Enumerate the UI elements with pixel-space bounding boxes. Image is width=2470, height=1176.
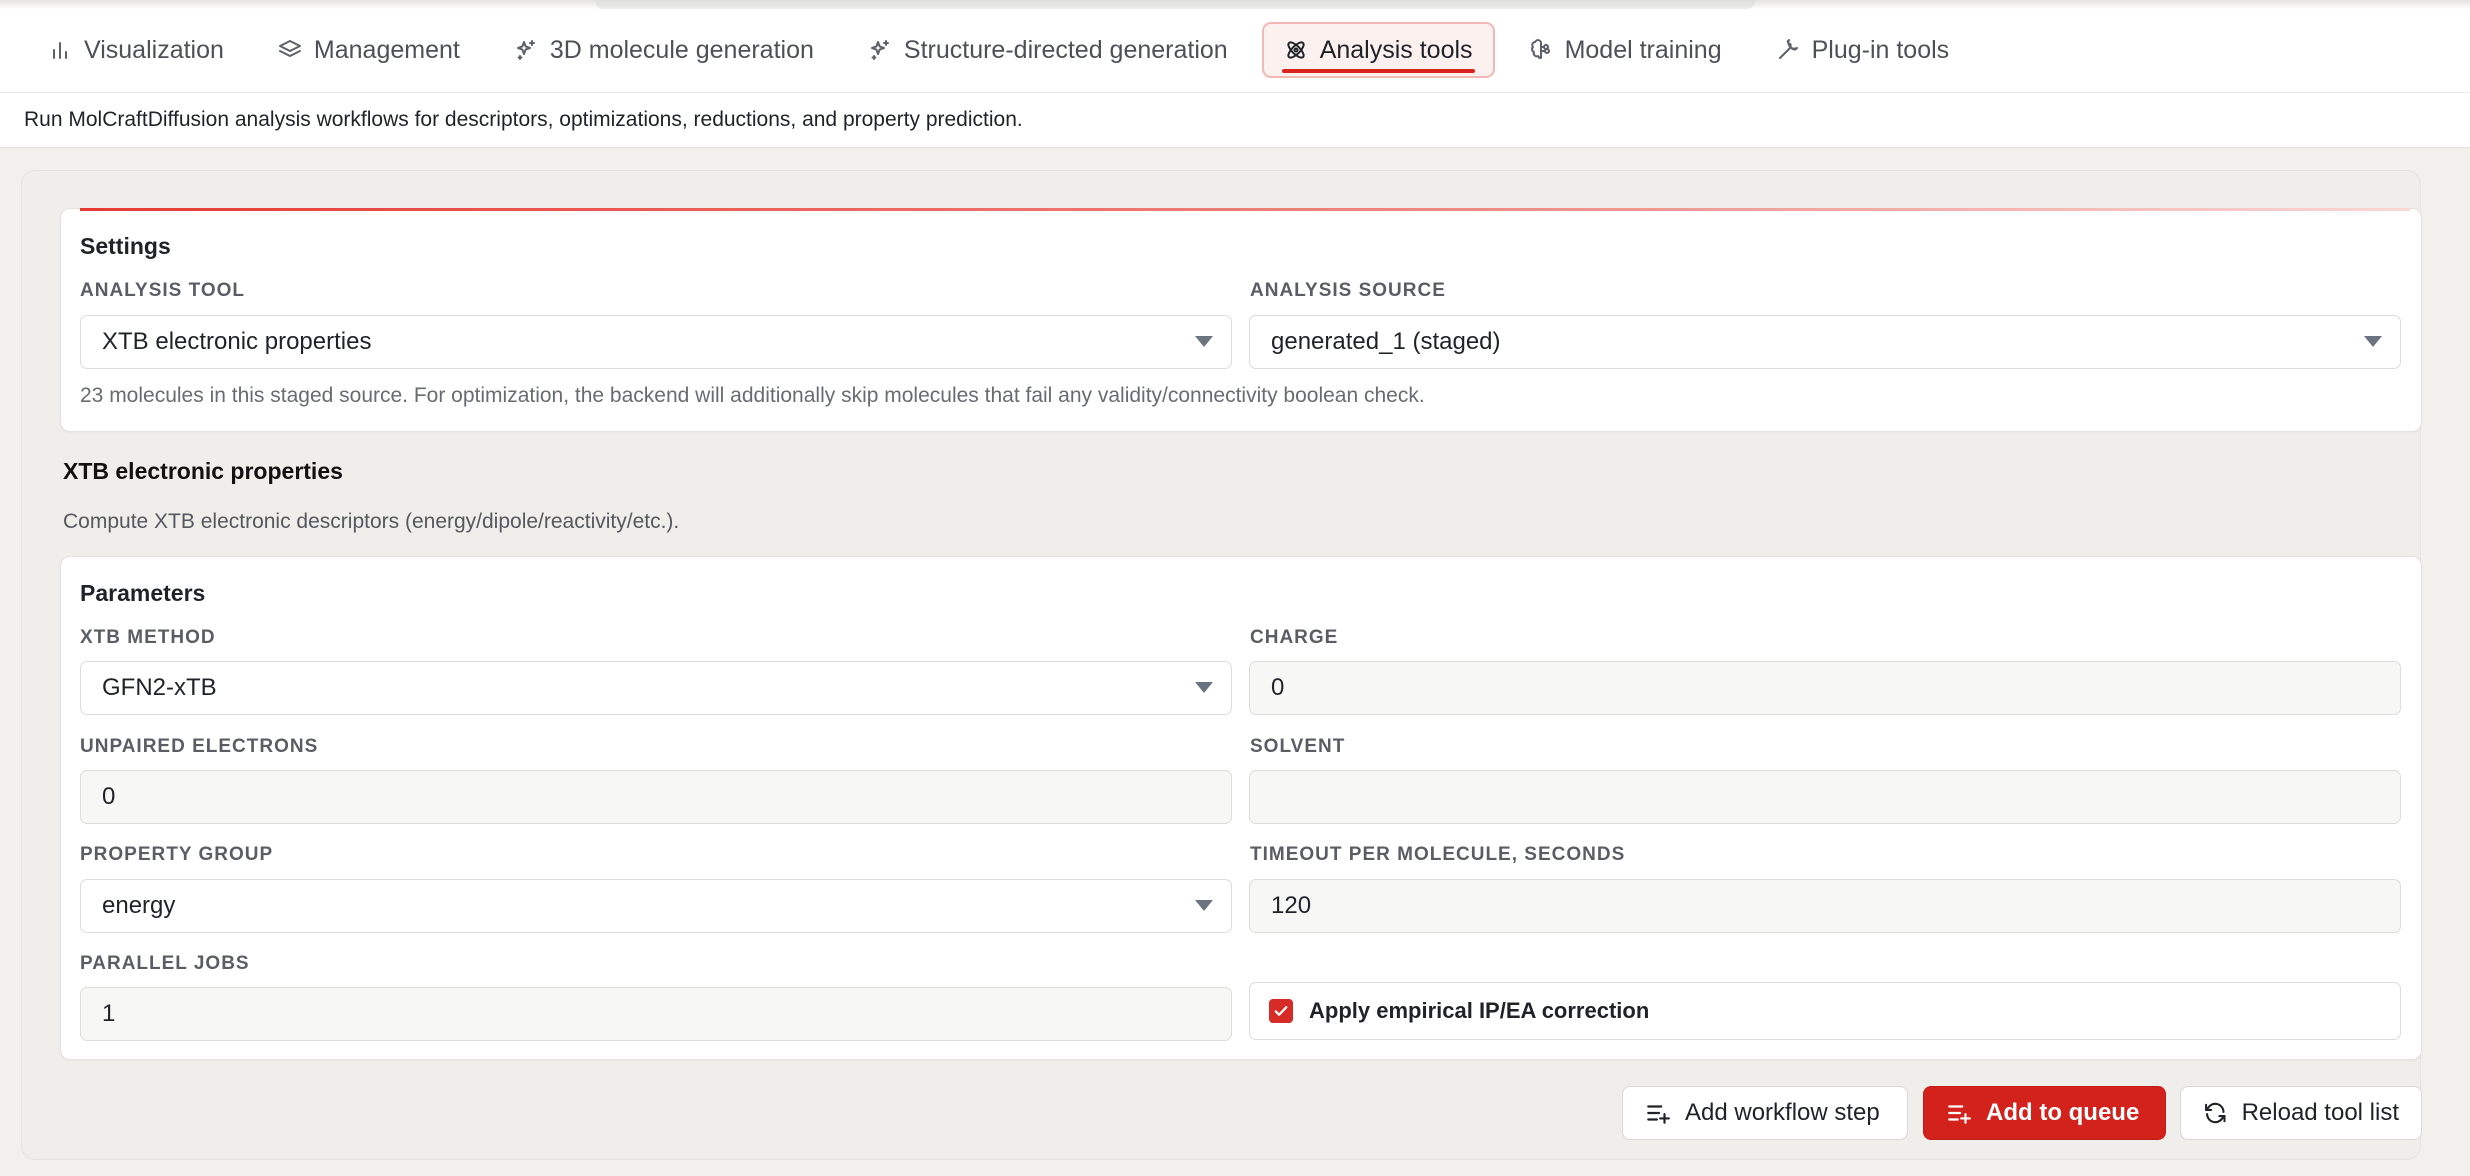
tab-label: Analysis tools (1319, 35, 1473, 64)
tab-label: Structure-directed generation (903, 35, 1228, 64)
xtb-method-label: XTB METHOD (80, 627, 216, 648)
tab-label: Plug-in tools (1811, 35, 1950, 64)
check-icon (1274, 1006, 1288, 1016)
solvent-label: SOLVENT (1250, 736, 1346, 757)
tab-label: 3D molecule generation (549, 35, 814, 64)
tool-title: XTB electronic properties (63, 458, 343, 484)
add-to-queue-button[interactable]: Add to queue (1923, 1086, 2166, 1140)
ip-ea-correction-label: Apply empirical IP/EA correction (1309, 998, 1650, 1023)
ip-ea-correction-checkbox[interactable] (1269, 999, 1293, 1023)
page-description: Run MolCraftDiffusion analysis workflows… (24, 108, 1023, 131)
page-description-bar: Run MolCraftDiffusion analysis workflows… (0, 92, 2470, 148)
charge-input[interactable]: 0 (1249, 661, 2401, 715)
chevron-down-icon (2364, 336, 2382, 347)
add-workflow-step-label: Add workflow step (1685, 1099, 1880, 1126)
tab-label: Management (313, 35, 460, 64)
analysis-tool-label: ANALYSIS TOOL (80, 280, 246, 301)
tab-label: Visualization (84, 35, 224, 64)
tool-description: Compute XTB electronic descriptors (ener… (63, 510, 680, 533)
reload-tool-list-label: Reload tool list (2241, 1099, 2399, 1126)
analysis-tool-value: XTB electronic properties (102, 328, 372, 355)
timeout-label: TIMEOUT PER MOLECULE, SECONDS (1250, 844, 1626, 865)
charge-label: CHARGE (1250, 627, 1339, 648)
add-to-queue-label: Add to queue (1986, 1099, 2140, 1126)
tab-analysis-tools[interactable]: Analysis tools (1261, 22, 1495, 78)
unpaired-electrons-value: 0 (102, 783, 116, 810)
chevron-down-icon (1195, 900, 1213, 911)
property-group-select[interactable]: energy (80, 879, 1232, 933)
xtb-method-value: GFN2-xTB (102, 674, 217, 701)
list-plus-icon (1948, 1105, 1971, 1124)
add-workflow-step-button[interactable]: Add workflow step (1622, 1086, 1908, 1140)
ip-ea-correction-toggle[interactable]: Apply empirical IP/EA correction (1249, 982, 2401, 1040)
settings-accent-bar (80, 208, 2410, 211)
chevron-down-icon (1195, 336, 1213, 347)
brain-icon (1530, 39, 1550, 59)
tab-model-training[interactable]: Model training (1509, 22, 1742, 78)
parallel-jobs-value: 1 (102, 1000, 116, 1027)
settings-title: Settings (80, 233, 171, 259)
layers-icon (278, 40, 301, 57)
unpaired-electrons-label: UNPAIRED ELECTRONS (80, 736, 319, 757)
wrench-icon (1778, 39, 1798, 59)
tab-management[interactable]: Management (258, 22, 480, 78)
analysis-tool-select[interactable]: XTB electronic properties (80, 315, 1232, 369)
tab-visualization[interactable]: Visualization (28, 22, 244, 78)
parallel-jobs-label: PARALLEL JOBS (80, 953, 250, 974)
atom-icon (1287, 41, 1305, 59)
timeout-input[interactable]: 120 (1249, 879, 2401, 933)
tab-structure-directed-generation[interactable]: Structure-directed generation (848, 22, 1248, 78)
source-hint: 23 molecules in this staged source. For … (80, 384, 1425, 407)
property-group-label: PROPERTY GROUP (80, 844, 274, 865)
tab-plug-in-tools[interactable]: Plug-in tools (1756, 22, 1970, 78)
analysis-source-value: generated_1 (staged) (1271, 328, 1501, 355)
parallel-jobs-input[interactable]: 1 (80, 987, 1232, 1041)
charge-value: 0 (1271, 674, 1285, 701)
unpaired-electrons-input[interactable]: 0 (80, 770, 1232, 824)
xtb-method-select[interactable]: GFN2-xTB (80, 661, 1232, 715)
property-group-value: energy (102, 892, 176, 919)
reload-tool-list-button[interactable]: Reload tool list (2180, 1086, 2422, 1140)
analysis-source-label: ANALYSIS SOURCE (1250, 280, 1446, 301)
solvent-input[interactable] (1249, 770, 2401, 824)
refresh-icon (2205, 1102, 2226, 1124)
list-plus-icon (1647, 1105, 1670, 1124)
analysis-source-select[interactable]: generated_1 (staged) (1249, 315, 2401, 369)
parameters-title: Parameters (80, 580, 206, 606)
tab-label: Model training (1564, 35, 1722, 64)
sparkle-icon (516, 40, 535, 60)
bar-chart-icon (53, 42, 67, 59)
top-bar-handle (595, 0, 1755, 9)
timeout-value: 120 (1271, 892, 1312, 919)
sparkle-icon (870, 40, 889, 60)
main-tabs: Visualization Management 3D molecule gen… (0, 22, 2470, 78)
tab-3d-molecule-generation[interactable]: 3D molecule generation (494, 22, 834, 78)
chevron-down-icon (1195, 682, 1213, 693)
